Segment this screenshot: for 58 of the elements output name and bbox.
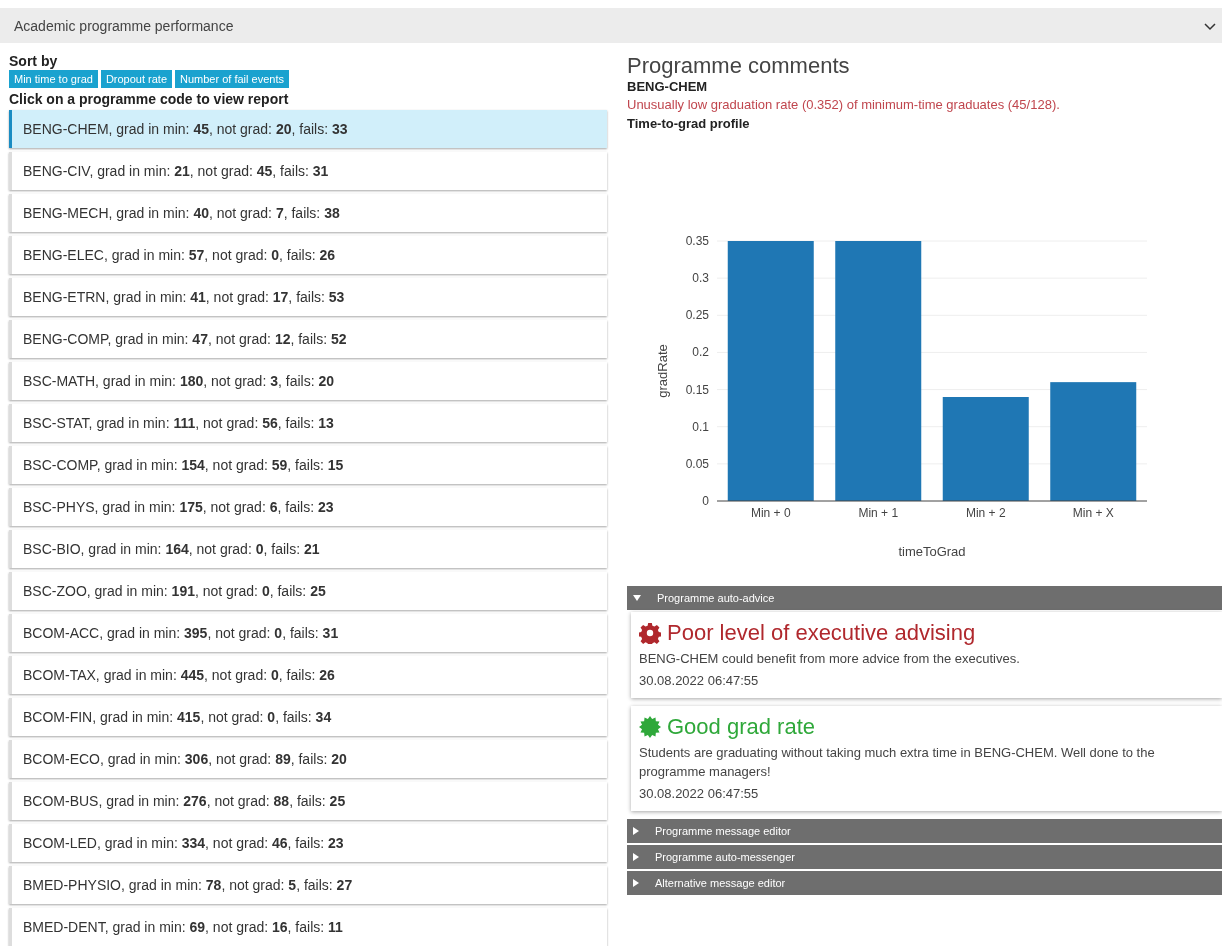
y-tick-label: 0.35 — [685, 234, 709, 248]
panel-header[interactable]: Alternative message editor — [627, 870, 1222, 895]
programme-item[interactable]: BSC-MATH, grad in min: 180, not grad: 3, fails: 20 — [9, 362, 607, 400]
y-tick-label: 0 — [702, 494, 709, 508]
gear-icon — [639, 622, 661, 644]
section-header[interactable]: Academic programme performance — [0, 8, 1222, 43]
programme-item[interactable]: BENG-ETRN, grad in min: 41, not grad: 17, fails: 53 — [9, 278, 607, 316]
advice-time: 30.08.2022 06:47:55 — [639, 672, 760, 691]
programme-item[interactable]: BSC-ZOO, grad in min: 191, not grad: 0, fails: 25 — [9, 572, 607, 610]
programme-item[interactable]: BCOM-ACC, grad in min: 395, not grad: 0, fails: 31 — [9, 614, 607, 652]
sort-label: Sort by — [9, 53, 59, 69]
programme-item[interactable]: BSC-STAT, grad in min: 111, not grad: 56, fails: 13 — [9, 404, 607, 442]
advice-title: Good grad rate — [667, 714, 815, 741]
programme-item[interactable]: BCOM-TAX, grad in min: 445, not grad: 0, fails: 26 — [9, 656, 607, 694]
caret-right-icon — [633, 852, 639, 861]
x-tick-label: Min + X — [1072, 506, 1114, 520]
programme-item[interactable]: BENG-ELEC, grad in min: 57, not grad: 0, fails: 26 — [9, 236, 607, 274]
programme-item[interactable]: BCOM-BUS, grad in min: 276, not grad: 88, fails: 25 — [9, 782, 607, 820]
programme-item[interactable]: BSC-BIO, grad in min: 164, not grad: 0, fails: 21 — [9, 530, 607, 568]
y-tick-label: 0.05 — [685, 456, 709, 471]
warning-note: Unusually low graduation rate (0.352) of minimum-time graduates (45/128). — [627, 97, 1061, 112]
programme-item[interactable]: BENG-CHEM, grad in min: 45, not grad: 20, fails: 33 — [9, 110, 607, 148]
programme-code: BENG-CHEM — [627, 79, 709, 94]
profile-title: Time-to-grad profile — [627, 116, 751, 131]
caret-right-icon — [633, 878, 639, 887]
programme-item[interactable]: BCOM-LED, grad in min: 334, not grad: 46, fails: 23 — [9, 824, 607, 862]
programme-item[interactable]: BENG-CIV, grad in min: 21, not grad: 45, fails: 31 — [9, 152, 607, 190]
panel-header[interactable]: Programme message editor — [627, 818, 1222, 843]
panel-header[interactable]: Programme auto-advice — [627, 586, 1222, 610]
x-tick-label: Min + 2 — [965, 506, 1006, 520]
advice-text: BENG-CHEM could benefit from more advice from the executives. — [639, 650, 1021, 668]
advice-text: Students are graduating without taking much extra time in BENG-CHEM. Well done to the programme managers! — [639, 744, 1156, 781]
programme-item[interactable]: BMED-PHYSIO, grad in min: 78, not grad: 5, fails: 27 — [9, 866, 607, 904]
section-title: Academic programme performance — [14, 17, 234, 34]
programme-item[interactable]: BSC-PHYS, grad in min: 175, not grad: 6, fails: 23 — [9, 488, 607, 526]
programme-item[interactable]: BCOM-ECO, grad in min: 306, not grad: 89, fails: 20 — [9, 740, 607, 778]
programme-item[interactable]: BMED-DENT, grad in min: 69, not grad: 16, fails: 11 — [9, 908, 607, 946]
instruction-text: Click on a programme code to view report — [9, 91, 290, 107]
y-tick-label: 0.3 — [692, 271, 709, 286]
comments-title: Programme comments — [627, 53, 851, 79]
y-tick-label: 0.15 — [685, 382, 709, 397]
x-tick-label: Min + 1 — [858, 506, 899, 520]
x-axis-title: timeToGrad — [898, 544, 966, 559]
programme-item[interactable]: BCOM-FIN, grad in min: 415, not grad: 0, fails: 34 — [9, 698, 607, 736]
y-axis-title: gradRate — [655, 344, 670, 398]
caret-right-icon — [633, 826, 639, 835]
x-tick-label: Min + 0 — [750, 506, 791, 520]
caret-down-icon — [633, 595, 641, 601]
programme-item[interactable]: BENG-COMP, grad in min: 47, not grad: 12, fails: 52 — [9, 320, 607, 358]
programme-item[interactable]: BENG-MECH, grad in min: 40, not grad: 7, fails: 38 — [9, 194, 607, 232]
y-tick-label: 0.25 — [685, 308, 709, 323]
badge-icon — [639, 716, 661, 739]
panel-header[interactable]: Programme auto-messenger — [627, 844, 1222, 869]
y-tick-label: 0.2 — [692, 345, 709, 360]
y-tick-label: 0.1 — [692, 419, 709, 434]
advice-time: 30.08.2022 06:47:55 — [639, 784, 760, 803]
programme-item[interactable]: BSC-COMP, grad in min: 154, not grad: 59, fails: 15 — [9, 446, 607, 484]
advice-title: Poor level of executive advising — [667, 620, 976, 646]
